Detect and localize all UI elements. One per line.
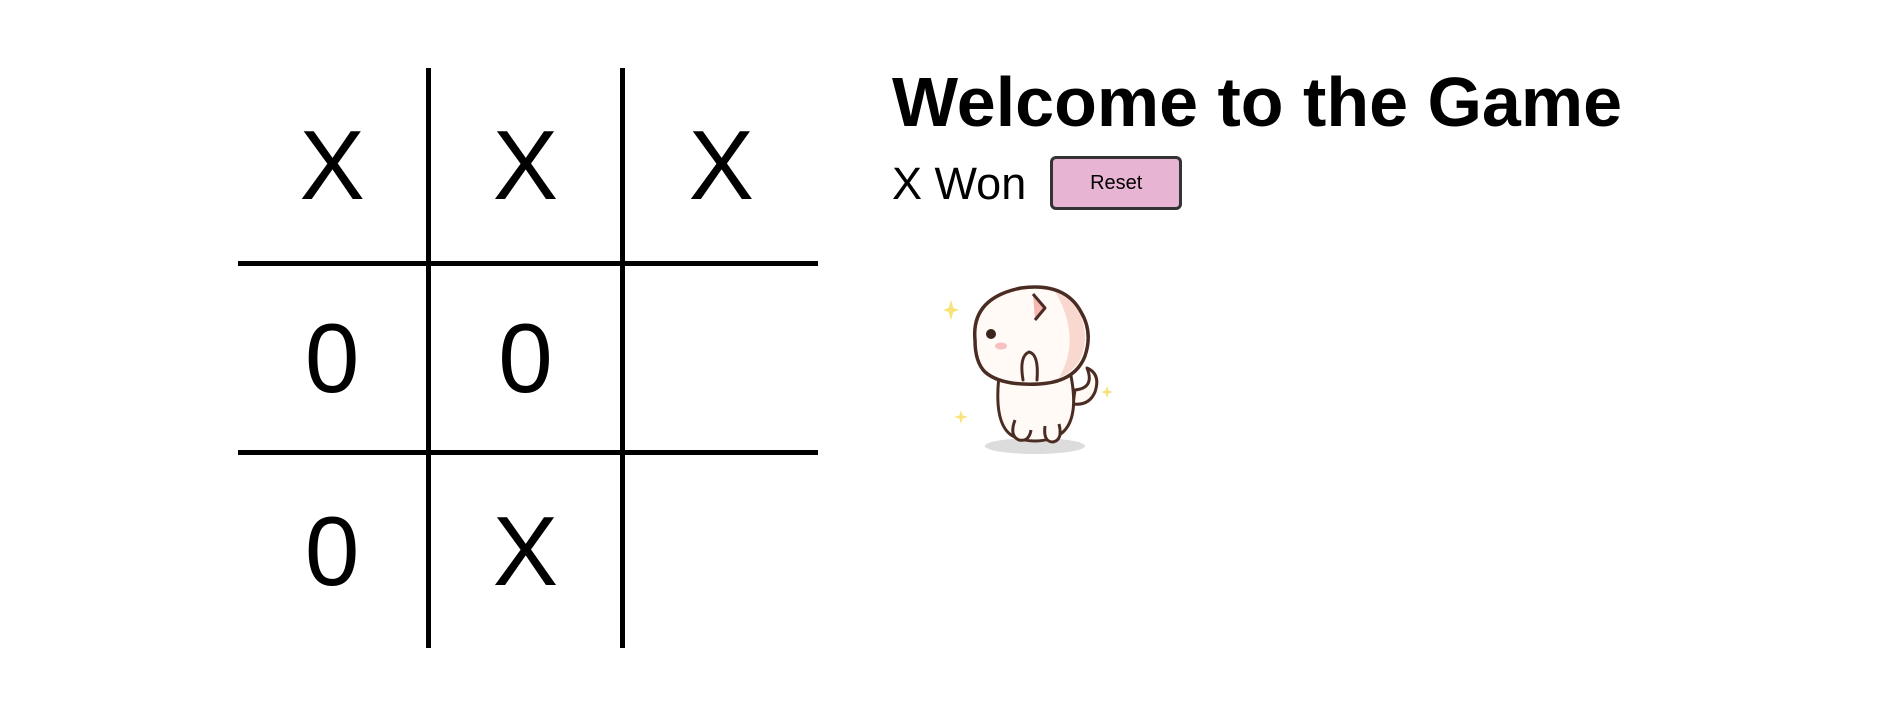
tic-tac-toe-board: X X X 0 0 0 X: [238, 68, 818, 648]
game-page: X X X 0 0 0 X Welcome to the Game X Won …: [0, 0, 1882, 721]
reset-button[interactable]: Reset: [1050, 156, 1183, 210]
board-cell-8[interactable]: X: [431, 454, 625, 648]
game-status: X Won: [892, 157, 1027, 209]
board-cell-1[interactable]: X: [238, 68, 432, 262]
sparkle-icon: [1101, 386, 1113, 398]
board-cell-3[interactable]: X: [625, 68, 818, 261]
sparkle-icon: [954, 410, 968, 424]
board-cell-7[interactable]: 0: [238, 454, 432, 648]
board-cell-2[interactable]: X: [431, 68, 625, 262]
board-cell-4[interactable]: 0: [238, 261, 432, 455]
info-panel: Welcome to the Game X Won Reset: [892, 60, 1622, 210]
cat-mascot-icon: [943, 285, 1113, 454]
status-row: X Won Reset: [892, 156, 1622, 210]
board-cell-9[interactable]: [625, 455, 818, 648]
sparkle-icon: [943, 300, 959, 320]
page-title: Welcome to the Game: [892, 63, 1623, 141]
board-cell-6[interactable]: [624, 261, 818, 455]
board-cell-5[interactable]: 0: [431, 261, 625, 455]
